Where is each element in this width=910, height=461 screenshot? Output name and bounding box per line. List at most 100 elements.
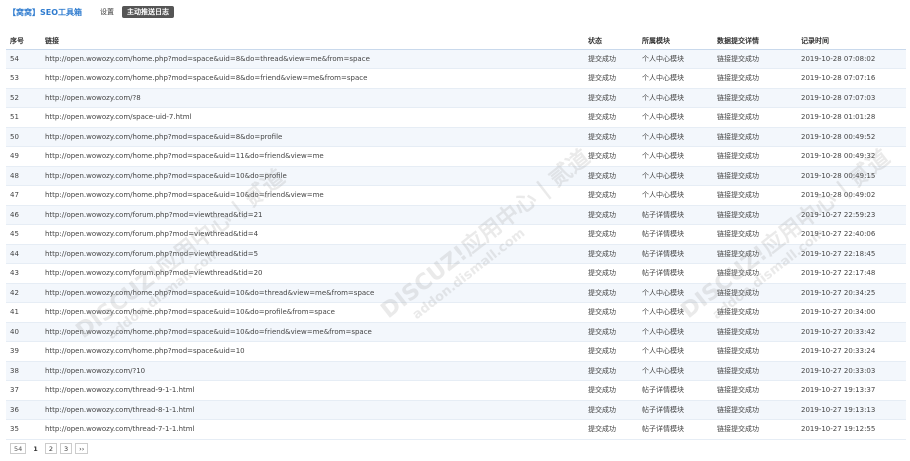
cell-module: 个人中心模块 — [638, 49, 713, 69]
cell-detail: 链接提交成功 — [713, 380, 797, 401]
cell-id: 49 — [6, 146, 41, 167]
cell-id: 50 — [6, 127, 41, 147]
table-header-row: 序号 链接 状态 所属模块 数据提交详情 记录时间 — [6, 33, 906, 50]
cell-module: 个人中心模块 — [638, 88, 713, 108]
cell-status: 提交成功 — [584, 400, 638, 420]
cell-detail: 链接提交成功 — [713, 361, 797, 381]
table-row: 35 http://open.wowozy.com/thread-7-1-1.ht… — [6, 419, 906, 440]
table-row: 42 http://open.wowozy.com/home.php?mod=sp… — [6, 283, 906, 303]
column-header-id: 序号 — [6, 33, 41, 50]
cell-id: 37 — [6, 380, 41, 401]
cell-status: 提交成功 — [584, 68, 638, 89]
cell-detail: 链接提交成功 — [713, 127, 797, 147]
cell-status: 提交成功 — [584, 361, 638, 381]
cell-detail: 链接提交成功 — [713, 263, 797, 284]
cell-module: 个人中心模块 — [638, 283, 713, 303]
cell-module: 个人中心模块 — [638, 302, 713, 323]
table-row: 46 http://open.wowozy.com/forum.php?mod=v… — [6, 205, 906, 225]
nav-push-log-tab[interactable]: 主动推送日志 — [122, 6, 175, 18]
cell-url: http://open.wowozy.com/?8 — [41, 88, 584, 108]
table-row: 53 http://open.wowozy.com/home.php?mod=sp… — [6, 68, 906, 89]
cell-status: 提交成功 — [584, 224, 638, 245]
table-row: 54 http://open.wowozy.com/home.php?mod=sp… — [6, 49, 906, 69]
cell-time: 2019-10-27 22:18:45 — [797, 244, 906, 264]
cell-url: http://open.wowozy.com/home.php?mod=spac… — [41, 127, 584, 147]
cell-detail: 链接提交成功 — [713, 205, 797, 225]
cell-url: http://open.wowozy.com/home.php?mod=spac… — [41, 322, 584, 342]
cell-id: 44 — [6, 244, 41, 264]
cell-time: 2019-10-27 20:34:25 — [797, 283, 906, 303]
nav-settings-link[interactable]: 设置 — [100, 7, 114, 17]
cell-url: http://open.wowozy.com/home.php?mod=spac… — [41, 166, 584, 186]
cell-url: http://open.wowozy.com/home.php?mod=spac… — [41, 146, 584, 167]
cell-module: 个人中心模块 — [638, 68, 713, 89]
cell-time: 2019-10-27 22:59:23 — [797, 205, 906, 225]
table-row: 47 http://open.wowozy.com/home.php?mod=sp… — [6, 185, 906, 206]
cell-time: 2019-10-28 07:07:03 — [797, 88, 906, 108]
cell-url: http://open.wowozy.com/home.php?mod=spac… — [41, 302, 584, 323]
cell-status: 提交成功 — [584, 283, 638, 303]
cell-url: http://open.wowozy.com/forum.php?mod=vie… — [41, 263, 584, 284]
cell-time: 2019-10-28 00:49:15 — [797, 166, 906, 186]
pagination: 54 1 2 3 ›› — [10, 443, 89, 454]
cell-id: 52 — [6, 88, 41, 108]
cell-id: 48 — [6, 166, 41, 186]
table-row: 45 http://open.wowozy.com/forum.php?mod=v… — [6, 224, 906, 245]
cell-status: 提交成功 — [584, 263, 638, 284]
cell-detail: 链接提交成功 — [713, 146, 797, 167]
page-link-3[interactable]: 3 — [59, 443, 73, 454]
cell-id: 41 — [6, 302, 41, 323]
cell-status: 提交成功 — [584, 107, 638, 128]
cell-status: 提交成功 — [584, 205, 638, 225]
table-row: 40 http://open.wowozy.com/home.php?mod=sp… — [6, 322, 906, 342]
cell-module: 帖子详情模块 — [638, 380, 713, 401]
cell-detail: 链接提交成功 — [713, 302, 797, 323]
header: 【窝窝】SEO工具箱 设置 主动推送日志 — [8, 5, 175, 19]
cell-id: 43 — [6, 263, 41, 284]
cell-url: http://open.wowozy.com/home.php?mod=spac… — [41, 68, 584, 89]
cell-module: 帖子详情模块 — [638, 400, 713, 420]
table-row: 49 http://open.wowozy.com/home.php?mod=sp… — [6, 146, 906, 167]
cell-id: 46 — [6, 205, 41, 225]
cell-status: 提交成功 — [584, 49, 638, 69]
cell-detail: 链接提交成功 — [713, 88, 797, 108]
cell-time: 2019-10-27 20:34:00 — [797, 302, 906, 323]
page-link-2[interactable]: 2 — [44, 443, 57, 454]
next-page-button[interactable]: ›› — [75, 443, 89, 454]
cell-status: 提交成功 — [584, 88, 638, 108]
cell-id: 38 — [6, 361, 41, 381]
cell-module: 帖子详情模块 — [638, 263, 713, 284]
table-row: 44 http://open.wowozy.com/forum.php?mod=v… — [6, 244, 906, 264]
cell-id: 54 — [6, 49, 41, 69]
cell-module: 个人中心模块 — [638, 361, 713, 381]
cell-time: 2019-10-27 22:17:48 — [797, 263, 906, 284]
cell-id: 40 — [6, 322, 41, 342]
cell-id: 35 — [6, 419, 41, 440]
table-row: 43 http://open.wowozy.com/forum.php?mod=v… — [6, 263, 906, 284]
cell-status: 提交成功 — [584, 146, 638, 167]
cell-module: 帖子详情模块 — [638, 205, 713, 225]
pagination-total: 54 — [10, 443, 27, 454]
cell-url: http://open.wowozy.com/thread-9-1-1.html — [41, 380, 584, 401]
cell-status: 提交成功 — [584, 302, 638, 323]
cell-url: http://open.wowozy.com/thread-7-1-1.html — [41, 419, 584, 440]
cell-id: 36 — [6, 400, 41, 420]
cell-time: 2019-10-27 20:33:24 — [797, 341, 906, 362]
page-link-1[interactable]: 1 — [29, 443, 42, 454]
cell-time: 2019-10-28 00:49:32 — [797, 146, 906, 167]
cell-time: 2019-10-27 20:33:42 — [797, 322, 906, 342]
cell-time: 2019-10-28 00:49:02 — [797, 185, 906, 206]
cell-module: 个人中心模块 — [638, 127, 713, 147]
cell-id: 51 — [6, 107, 41, 128]
cell-url: http://open.wowozy.com/forum.php?mod=vie… — [41, 205, 584, 225]
cell-url: http://open.wowozy.com/home.php?mod=spac… — [41, 49, 584, 69]
cell-id: 42 — [6, 283, 41, 303]
cell-status: 提交成功 — [584, 322, 638, 342]
column-header-detail: 数据提交详情 — [713, 33, 797, 50]
cell-time: 2019-10-28 01:01:28 — [797, 107, 906, 128]
cell-detail: 链接提交成功 — [713, 185, 797, 206]
cell-module: 个人中心模块 — [638, 166, 713, 186]
table-row: 39 http://open.wowozy.com/home.php?mod=sp… — [6, 341, 906, 362]
cell-status: 提交成功 — [584, 185, 638, 206]
column-header-status: 状态 — [584, 33, 638, 50]
